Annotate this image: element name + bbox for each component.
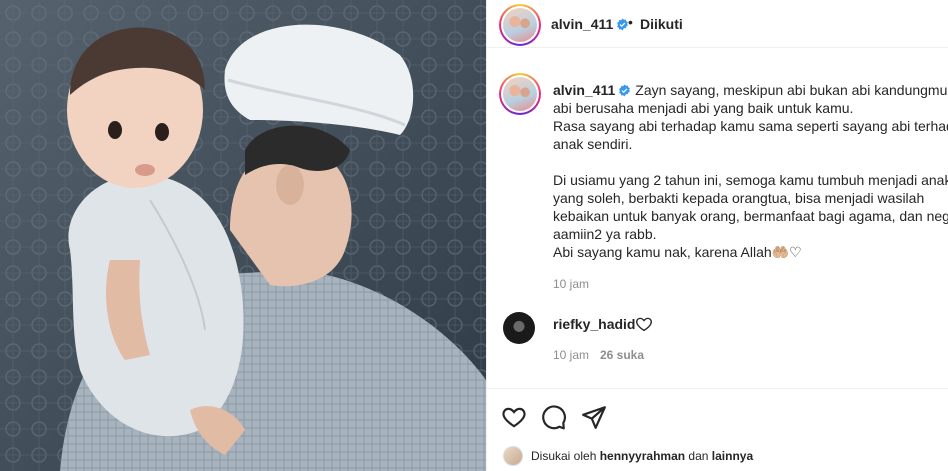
caption-line-1: alvin_411 Zayn sayang, meskipun abi bukan… [553,82,948,98]
post-photo[interactable] [0,0,486,471]
liker-username[interactable]: hennyyrahman [600,449,685,463]
post-header: alvin_411 • Diikuti [487,0,948,48]
author-avatar[interactable] [499,4,541,46]
caption-line-8: kebaikan untuk banyak orang, bermanfaat … [553,208,948,224]
liker-avatar[interactable] [503,446,523,466]
post-side-panel: alvin_411 • Diikuti alvin_411 Zayn sayang… [486,0,948,471]
caption-author-username[interactable]: alvin_411 [553,82,631,98]
caption-author-avatar[interactable] [499,73,541,115]
following-button[interactable]: Diikuti [640,16,683,32]
post-image [0,0,486,471]
separator-dot: • [628,14,633,30]
caption-line-3: Rasa sayang abi terhadap kamu sama seper… [553,118,948,134]
liked-by-summary: Disukai oleh hennyyrahman dan lainnya [503,446,753,466]
caption-line-9: aamiin2 ya rabb. [553,226,657,242]
caption-line-7: yang soleh, berbakti kepada orangtua, bi… [553,190,925,206]
caption-line-2: abi berusaha menjadi abi yang baik untuk… [553,100,854,116]
comment-icon[interactable] [541,404,567,430]
commenter-avatar[interactable] [503,312,535,344]
comment-like-heart-icon[interactable] [635,315,653,333]
author-username[interactable]: alvin_411 [551,16,629,32]
comment-likes-count[interactable]: 26 suka [600,348,644,362]
caption-line-10: Abi sayang kamu nak, karena Allah🤲🏼♡ [553,244,802,260]
comments-section: alvin_411 Zayn sayang, meskipun abi bukan… [487,49,948,387]
caption-line-4: anak sendiri. [553,136,633,152]
post-actions: Disukai oleh hennyyrahman dan lainnya [487,388,948,471]
caption-line-6: Di usiamu yang 2 tahun ini, semoga kamu … [553,172,948,188]
send-icon[interactable] [581,404,607,430]
post-caption: alvin_411 Zayn sayang, meskipun abi bukan… [553,81,948,261]
caption-timestamp[interactable]: 10 jam [553,277,589,291]
comment-timestamp[interactable]: 10 jam [553,348,589,362]
verified-badge-icon [619,84,631,97]
commenter-username[interactable]: riefky_hadid [553,316,635,332]
likes-others-link[interactable]: lainnya [712,449,753,463]
heart-icon[interactable] [501,404,527,430]
